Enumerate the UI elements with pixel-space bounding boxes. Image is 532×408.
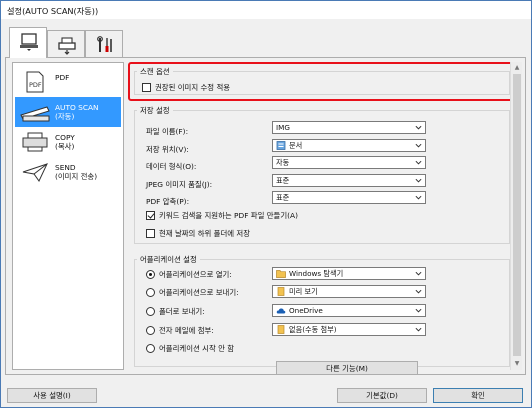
preview-app-icon	[277, 287, 285, 296]
instructions-button[interactable]: 사용 설명(I)	[7, 388, 97, 403]
checkbox-box	[146, 229, 155, 238]
radio-label: 어플리케이션 시작 안 함	[159, 344, 235, 353]
scrollbar-thumb[interactable]	[513, 74, 521, 356]
sidebar-item-label: COPY (복사)	[55, 133, 75, 151]
send-plane-icon	[22, 163, 48, 182]
document-folder-icon	[276, 141, 286, 150]
sidebar-item-label: AUTO SCAN (자동)	[55, 103, 99, 121]
tab-content: PDF PDF AUTO SCAN (자동) COPY (복사) SEND (이…	[5, 57, 526, 375]
checkbox-label: 키워드 검색을 지원하는 PDF 파일 만들기(A)	[159, 211, 298, 220]
tools-icon	[97, 36, 112, 52]
save-in-label: 저장 위치(V):	[146, 145, 189, 154]
data-format-label: 데이터 형식(O):	[146, 162, 197, 171]
auto-scan-icon	[20, 106, 50, 122]
combo-value: 없음(수동 첨부)	[289, 324, 337, 334]
combo-value: 자동	[276, 157, 290, 167]
data-format-combo[interactable]: 자동	[272, 156, 426, 169]
more-functions-button[interactable]: 다른 기능(M)	[276, 361, 418, 375]
send-to-app-combo[interactable]: 미리 보기	[272, 285, 426, 298]
pdf-compression-label: PDF 압축(P):	[146, 197, 190, 206]
chevron-down-icon	[415, 271, 422, 276]
date-subfolder-checkbox[interactable]: 현재 날짜의 하위 폴더에 저장	[146, 228, 250, 239]
chevron-down-icon	[415, 308, 422, 313]
combo-value: 문서	[289, 140, 303, 150]
open-with-app-combo[interactable]: Windows 탐색기	[272, 267, 426, 280]
tab-scan-from-computer[interactable]	[9, 27, 47, 58]
email-icon	[277, 325, 285, 334]
scan-type-list: PDF PDF AUTO SCAN (자동) COPY (복사) SEND (이…	[12, 62, 124, 370]
radio-label: 어플리케이션으로 보내기:	[159, 288, 239, 297]
tab-general-settings[interactable]	[85, 30, 123, 57]
file-name-combo[interactable]: IMG	[272, 121, 426, 134]
ok-button[interactable]: 확인	[433, 388, 523, 403]
folder-icon	[276, 270, 286, 278]
checkbox-label: 권장된 이미지 수정 적용	[155, 83, 231, 92]
radio-dot	[146, 288, 155, 297]
checkbox-label: 현재 날짜의 하위 폴더에 저장	[159, 229, 250, 238]
chevron-down-icon	[415, 143, 422, 148]
save-settings-title: 저장 설정	[137, 105, 173, 116]
scanner-settings-icon	[58, 37, 76, 55]
scan-options-title: 스캔 옵션	[137, 66, 173, 77]
svg-text:PDF: PDF	[29, 81, 42, 89]
chevron-down-icon	[415, 327, 422, 332]
sidebar-item-auto-scan[interactable]: AUTO SCAN (자동)	[15, 97, 121, 127]
combo-value: 미리 보기	[289, 286, 318, 296]
radio-dot	[146, 307, 155, 316]
checkbox-box	[142, 83, 151, 92]
cloud-icon	[276, 308, 286, 314]
app-settings-title: 어플리케이션 설정	[137, 254, 200, 265]
jpeg-quality-label: JPEG 이미지 품질(J):	[146, 180, 213, 189]
sidebar-item-send[interactable]: SEND (이미지 전송)	[15, 157, 121, 187]
radio-dot	[146, 270, 155, 279]
tab-scanner-settings[interactable]	[47, 30, 85, 57]
combo-value: Windows 탐색기	[289, 268, 344, 278]
sidebar-item-label: PDF	[55, 73, 70, 82]
sidebar-item-copy[interactable]: COPY (복사)	[15, 127, 121, 157]
chevron-down-icon	[415, 160, 422, 165]
chevron-down-icon	[415, 125, 422, 130]
radio-dot	[146, 326, 155, 335]
attach-email-radio[interactable]: 전자 메일에 첨부:	[146, 325, 214, 336]
chevron-down-icon	[415, 178, 422, 183]
combo-value: 표준	[276, 175, 290, 185]
settings-scroll-area: 스캔 옵션 권장된 이미지 수정 적용 저장 설정 파일 이름(F): IMG …	[128, 62, 522, 375]
radio-label: 폴더로 보내기:	[159, 307, 205, 316]
radio-label: 어플리케이션으로 열기:	[159, 270, 232, 279]
send-to-folder-combo[interactable]: OneDrive	[272, 304, 426, 317]
send-to-folder-radio[interactable]: 폴더로 보내기:	[146, 306, 205, 317]
file-name-label: 파일 이름(F):	[146, 127, 189, 136]
send-to-app-radio[interactable]: 어플리케이션으로 보내기:	[146, 287, 239, 298]
pdf-compression-combo[interactable]: 표준	[272, 191, 426, 204]
attach-email-combo[interactable]: 없음(수동 첨부)	[272, 323, 426, 336]
jpeg-quality-combo[interactable]: 표준	[272, 174, 426, 187]
radio-label: 전자 메일에 첨부:	[159, 326, 214, 335]
combo-value: IMG	[276, 123, 290, 132]
combo-value: OneDrive	[289, 306, 323, 315]
defaults-button[interactable]: 기본값(D)	[337, 388, 427, 403]
copy-printer-icon	[22, 132, 48, 152]
settings-window: 설정(AUTO SCAN(자동)) PDF PDF AUTO SCAN (자동)…	[0, 0, 532, 408]
open-with-app-radio[interactable]: 어플리케이션으로 열기:	[146, 269, 232, 280]
tab-strip	[5, 27, 525, 58]
sidebar-item-label: SEND (이미지 전송)	[55, 163, 98, 181]
window-title: 설정(AUTO SCAN(자동))	[7, 6, 99, 16]
scroll-up-icon[interactable]: ▲	[513, 64, 521, 72]
vertical-scrollbar[interactable]: ▲ ▼	[510, 62, 522, 370]
no-start-app-radio[interactable]: 어플리케이션 시작 안 함	[146, 343, 234, 354]
sidebar-item-pdf[interactable]: PDF PDF	[15, 67, 121, 97]
chevron-down-icon	[415, 195, 422, 200]
save-in-combo[interactable]: 문서	[272, 139, 426, 152]
combo-value: 표준	[276, 192, 290, 202]
scroll-down-icon[interactable]: ▼	[513, 360, 521, 368]
computer-scan-icon	[20, 33, 38, 51]
radio-dot	[146, 344, 155, 353]
title-bar: 설정(AUTO SCAN(자동))	[1, 1, 531, 19]
apply-recommended-checkbox[interactable]: 권장된 이미지 수정 적용	[142, 82, 230, 93]
pdf-document-icon: PDF	[26, 71, 44, 93]
keyword-pdf-checkbox[interactable]: 키워드 검색을 지원하는 PDF 파일 만들기(A)	[146, 210, 298, 221]
chevron-down-icon	[415, 289, 422, 294]
checkbox-box	[146, 211, 155, 220]
